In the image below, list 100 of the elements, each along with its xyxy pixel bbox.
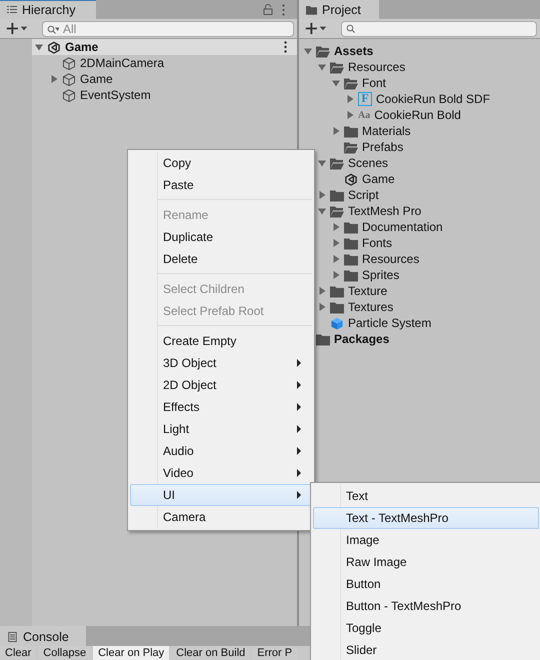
open-folder-icon [330,204,344,218]
console-toggle-button[interactable]: Clear on Play [93,646,170,660]
tree-item-label[interactable]: Textures [348,300,394,314]
tree-item-label[interactable]: Game [80,72,113,86]
project-tab[interactable]: Project [299,0,379,19]
menu-item[interactable]: Text [313,485,539,507]
expand-arrow-icon[interactable] [332,127,340,135]
cube-icon [62,56,76,70]
menu-item[interactable]: Duplicate [130,226,312,248]
expand-arrow-icon[interactable] [332,255,340,263]
menu-item[interactable]: Button - TextMeshPro [313,595,539,617]
collapse-arrow-icon[interactable] [35,43,43,51]
collapse-arrow-icon[interactable] [318,63,326,71]
expand-arrow-icon[interactable] [50,75,58,83]
tree-item-label[interactable]: Game [362,172,395,186]
search-field[interactable]: All [42,20,294,36]
menu-item[interactable]: Effects [130,396,312,418]
tab-label: Console [23,630,69,644]
expand-arrow-icon[interactable] [346,111,354,119]
folder-icon [344,236,358,250]
collapse-arrow-icon[interactable] [318,207,326,215]
list-icon [7,6,17,14]
menu-item[interactable]: 3D Object [130,352,312,374]
tree-item-label[interactable]: Documentation [362,220,443,234]
search-icon [346,24,356,34]
menu-item[interactable]: Delete [130,248,312,270]
tree-item-label[interactable]: Resources [362,252,420,266]
cube-icon [62,72,76,86]
folder-icon [344,124,358,138]
menu-item[interactable]: Create Empty [130,330,312,352]
collapse-arrow-icon[interactable] [304,47,312,55]
tree-item-label[interactable]: EventSystem [80,88,151,102]
folder-icon [316,332,330,346]
tree-item-label[interactable]: Prefabs [362,140,404,154]
folder-icon [330,188,344,202]
tree-item-label[interactable]: CookieRun Bold SDF [376,92,490,106]
open-folder-icon [344,140,358,154]
folder-icon [330,284,344,298]
menu-item[interactable]: Camera [130,506,312,528]
collapse-arrow-icon[interactable] [332,79,340,87]
expand-arrow-icon[interactable] [332,271,340,279]
add-dropdown-icon[interactable] [305,22,327,35]
expand-arrow-icon[interactable] [318,191,326,199]
tree-item-label[interactable]: Sprites [362,268,400,282]
open-folder-icon [344,76,358,90]
more-icon[interactable] [284,41,287,53]
cube-icon [62,88,76,102]
selected-row[interactable]: Game [32,39,297,55]
search-icon [47,24,59,34]
tree-item-label[interactable]: Scenes [348,156,388,170]
console-tab[interactable]: Console [0,626,86,646]
expand-arrow-icon[interactable] [346,95,354,103]
expand-arrow-icon[interactable] [318,303,326,311]
expand-arrow-icon[interactable] [332,223,340,231]
search-field[interactable] [341,20,537,36]
menu-item[interactable]: Audio [130,440,312,462]
menu-item[interactable]: Button [313,573,539,595]
open-folder-icon [316,44,330,58]
folder-icon [330,300,344,314]
tree-item-label[interactable]: Particle System [348,316,432,330]
tab-label: Project [322,3,361,17]
folder-icon [306,5,317,15]
expand-arrow-icon[interactable] [318,287,326,295]
cube-icon [330,316,344,330]
folder-icon [344,268,358,282]
menu-item[interactable]: Paste [130,174,312,196]
folder-icon [344,252,358,266]
menu-item[interactable]: Light [130,418,312,440]
tree-item-label[interactable]: Fonts [362,236,392,250]
tree-item-label[interactable]: Game [65,40,98,54]
tree-item-label[interactable]: Font [362,76,386,90]
hierarchy-tab[interactable]: Hierarchy [0,0,96,19]
tree-item-label[interactable]: TextMesh Pro [348,204,422,218]
expand-arrow-icon[interactable] [332,239,340,247]
open-folder-icon [330,60,344,74]
tree-item-label[interactable]: Resources [348,60,406,74]
tree-item-label[interactable]: Materials [362,124,411,138]
menu-item[interactable]: Video [130,462,312,484]
tree-item-label[interactable]: Assets [334,44,374,58]
menu-item[interactable]: Slider [313,639,539,660]
font-asset-icon: F [358,92,372,106]
menu-item[interactable]: Image [313,529,539,551]
collapse-arrow-icon[interactable] [318,159,326,167]
tree-item-label[interactable]: CookieRun Bold [374,108,461,122]
open-folder-icon [330,156,344,170]
tree-item-label[interactable]: Packages [334,332,390,346]
tree-item-label[interactable]: Texture [348,284,388,298]
tab-label: Hierarchy [22,3,76,17]
tree-item-label[interactable]: Script [348,188,379,202]
add-dropdown-icon[interactable] [6,22,28,35]
menu-item[interactable]: Raw Image [313,551,539,573]
menu-item[interactable]: Copy [130,152,312,174]
tree-item-label[interactable]: 2DMainCamera [80,56,164,70]
menu-item[interactable]: 2D Object [130,374,312,396]
folder-icon [344,220,358,234]
lock-icon[interactable] [263,4,273,15]
menu-item[interactable]: UI [130,484,312,506]
menu-item[interactable]: Text - TextMeshPro [313,507,539,529]
document-icon [7,632,18,642]
menu-item[interactable]: Toggle [313,617,539,639]
